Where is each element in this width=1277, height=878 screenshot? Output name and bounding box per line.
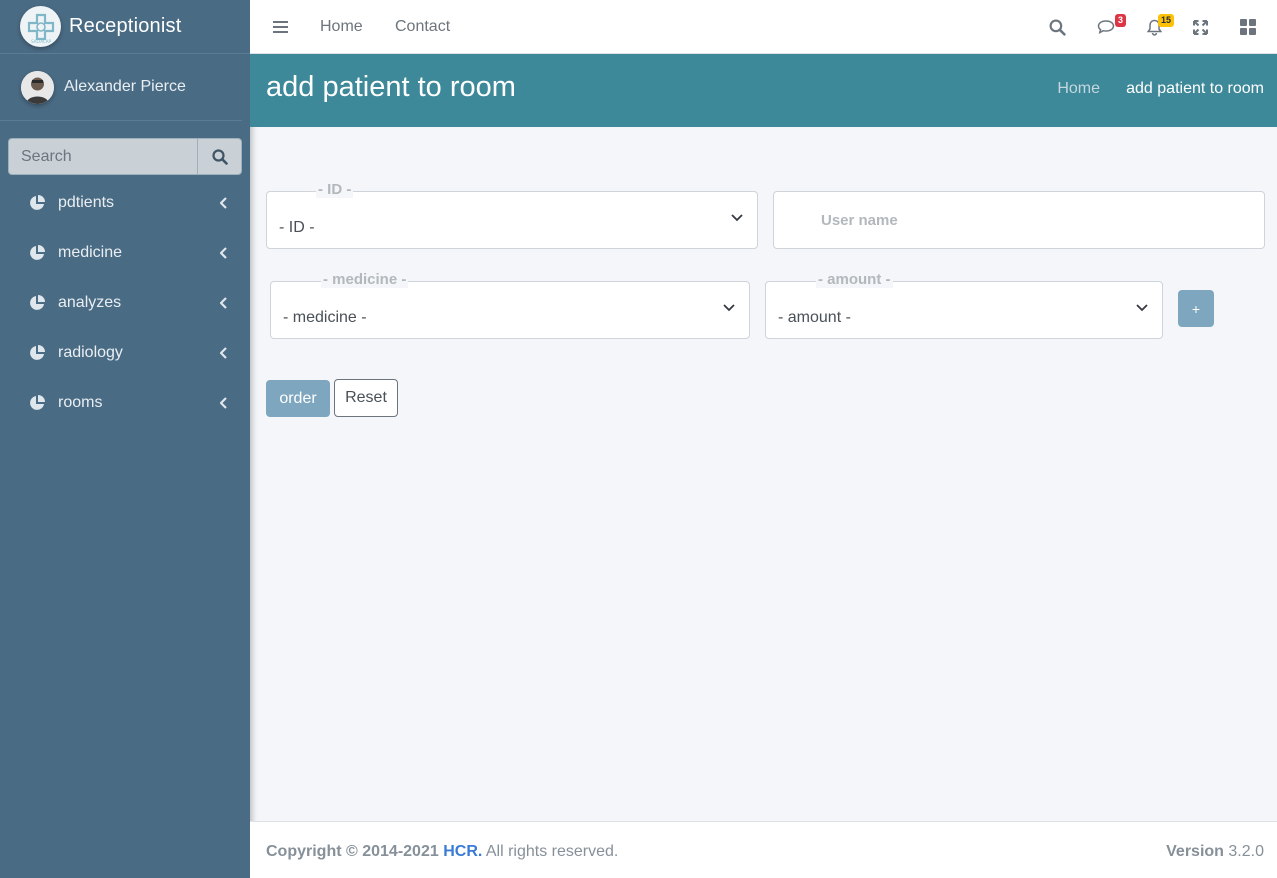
id-select-value: - ID - [279,219,315,236]
chart-pie-icon [30,345,45,360]
main-footer: Copyright © 2014-2021 HCR. All rights re… [250,821,1277,878]
medicine-select-value: - medicine - [283,309,367,326]
breadcrumb-active: add patient to room [1126,80,1264,97]
chevron-left-icon [220,197,227,209]
sidebar-search: Search [8,138,242,175]
sidebar-item-pdtients[interactable]: pdtients [8,178,242,228]
version-info: Version 3.2.0 [1166,843,1264,861]
brand-logo: SALTACAP [20,6,61,47]
menu-toggle-button[interactable] [273,0,289,54]
user-name[interactable]: Alexander Pierce [64,78,186,96]
search-icon [1049,19,1066,36]
search-icon [211,148,228,165]
add-medicine-button[interactable]: + [1178,290,1214,327]
content-header: add patient to room Home add patient to … [250,54,1277,127]
nav-link-contact[interactable]: Contact [395,0,450,54]
control-sidebar-button[interactable] [1240,0,1256,54]
version-number: 3.2.0 [1228,843,1264,860]
medicine-legend: - medicine - [321,271,409,288]
breadcrumb-home[interactable]: Home [1057,80,1100,98]
reset-button[interactable]: Reset [334,379,398,417]
medicine-select[interactable]: - medicine - [270,281,750,339]
chevron-left-icon [220,397,227,409]
user-panel: Alexander Pierce [0,54,242,121]
chart-pie-icon [30,395,45,410]
id-select[interactable]: - ID - [266,191,758,249]
top-navbar: Home Contact 3 15 [250,0,1277,54]
search-button[interactable] [197,138,242,175]
amount-legend: - amount - [816,271,893,288]
notifications-badge: 15 [1158,14,1175,27]
chart-pie-icon [30,195,45,210]
chevron-down-icon [723,304,735,312]
hamburger-icon [273,21,288,33]
order-button[interactable]: order [266,380,330,417]
svg-text:SALTACAP: SALTACAP [31,39,51,44]
copyright-text: Copyright © 2014-2021 HCR. All rights re… [266,843,618,861]
copyright-prefix: Copyright © 2014-2021 [266,843,439,860]
th-large-icon [1240,19,1256,35]
sidebar-item-label: rooms [58,394,103,411]
version-label: Version [1166,843,1224,860]
amount-select[interactable]: - amount - [765,281,1163,339]
rights-text: All rights reserved. [485,843,619,860]
navbar-search-button[interactable] [1049,0,1066,54]
sidebar-nav: pdtients medicine analyzes radiology roo… [8,178,242,428]
chevron-down-icon [1136,304,1148,312]
brand-name: Receptionist [69,15,182,37]
company-link[interactable]: HCR. [443,843,482,860]
sidebar-item-label: medicine [58,244,123,261]
comments-icon [1097,20,1115,34]
expand-arrows-icon [1193,19,1208,35]
page-title: add patient to room [266,71,516,103]
sidebar-item-medicine[interactable]: medicine [8,228,242,278]
amount-select-value: - amount - [778,309,851,326]
username-placeholder: User name [821,212,898,229]
search-input[interactable]: Search [8,138,197,175]
chart-pie-icon [30,245,45,260]
avatar[interactable] [21,70,54,104]
fullscreen-button[interactable] [1193,0,1208,54]
sidebar-item-label: pdtients [58,194,115,211]
messages-button[interactable]: 3 [1097,0,1127,54]
sidebar-item-rooms[interactable]: rooms [8,378,242,428]
username-field[interactable]: User name [773,191,1265,249]
chevron-down-icon [731,214,743,222]
sidebar-item-label: radiology [58,344,123,361]
chevron-left-icon [220,347,227,359]
nav-link-home[interactable]: Home [320,0,363,54]
notifications-button[interactable]: 15 [1147,0,1175,54]
sidebar-item-label: analyzes [58,294,122,311]
chevron-left-icon [220,297,227,309]
sidebar-item-analyzes[interactable]: analyzes [8,278,242,328]
chart-pie-icon [30,295,45,310]
id-legend: - ID - [316,181,354,198]
chevron-left-icon [220,247,227,259]
sidebar-item-radiology[interactable]: radiology [8,328,242,378]
brand-link[interactable]: SALTACAP Receptionist [0,0,250,54]
messages-badge: 3 [1115,14,1127,27]
main-sidebar: SALTACAP Receptionist Alexander Pierce S… [0,0,250,878]
